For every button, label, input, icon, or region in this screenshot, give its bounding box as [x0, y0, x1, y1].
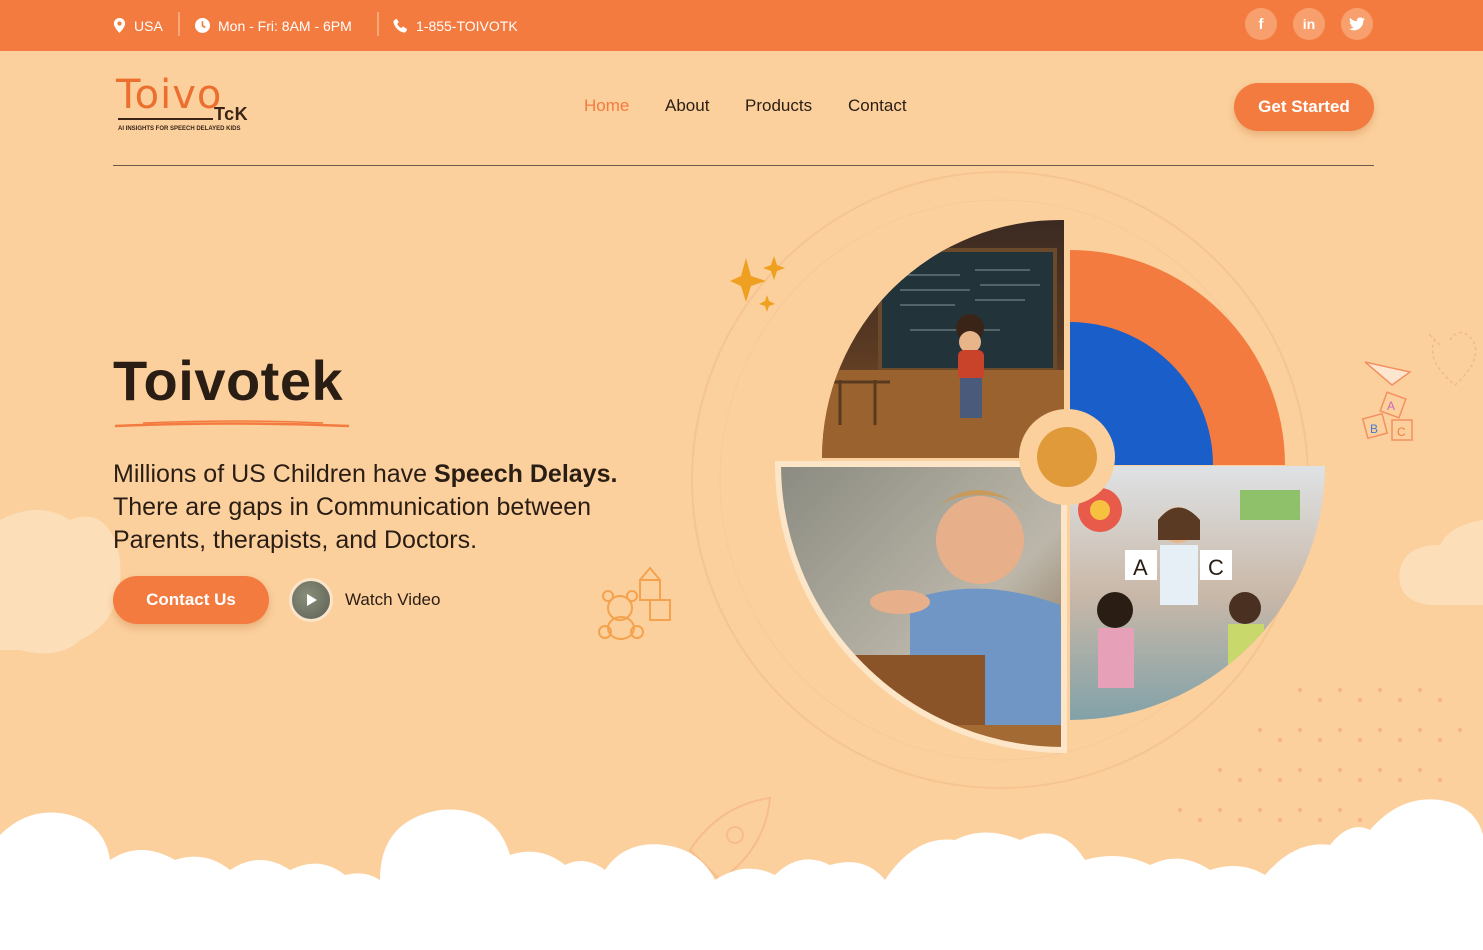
watch-video-link[interactable]: Watch Video [289, 578, 440, 622]
hero-text-part: Millions of US Children have [113, 460, 434, 488]
hero-title: Toivotek [113, 349, 344, 412]
hero-text-part: There are gaps in Communication between … [113, 493, 592, 554]
child-at-chalkboard-photo [822, 219, 1064, 458]
svg-text:A: A [1387, 399, 1395, 413]
play-button[interactable] [289, 578, 333, 622]
hero-collage: A C [774, 219, 1325, 754]
svg-text:A: A [1133, 555, 1148, 580]
hero-text-bold: Speech Delays. [433, 460, 618, 488]
teddy-bear-icon [598, 566, 671, 640]
svg-text:C: C [1208, 555, 1224, 580]
hero-description: Millions of US Children have Speech Dela… [113, 458, 653, 557]
watch-video-label: Watch Video [345, 590, 441, 609]
contact-us-button[interactable]: Contact Us [113, 576, 269, 624]
svg-text:B: B [1370, 422, 1378, 436]
decor-cloud-right [1399, 520, 1483, 605]
teacher-with-children-photo: A C [1070, 466, 1325, 720]
decor-cloud-left [0, 510, 121, 654]
abc-blocks-icon: A B C [1361, 361, 1413, 441]
svg-text:C: C [1397, 425, 1406, 439]
center-hub-dot [1037, 427, 1097, 487]
title-underline [114, 420, 350, 428]
heart-outline-icon [1427, 331, 1477, 386]
footer-clouds [0, 799, 1483, 950]
play-icon [307, 594, 317, 606]
